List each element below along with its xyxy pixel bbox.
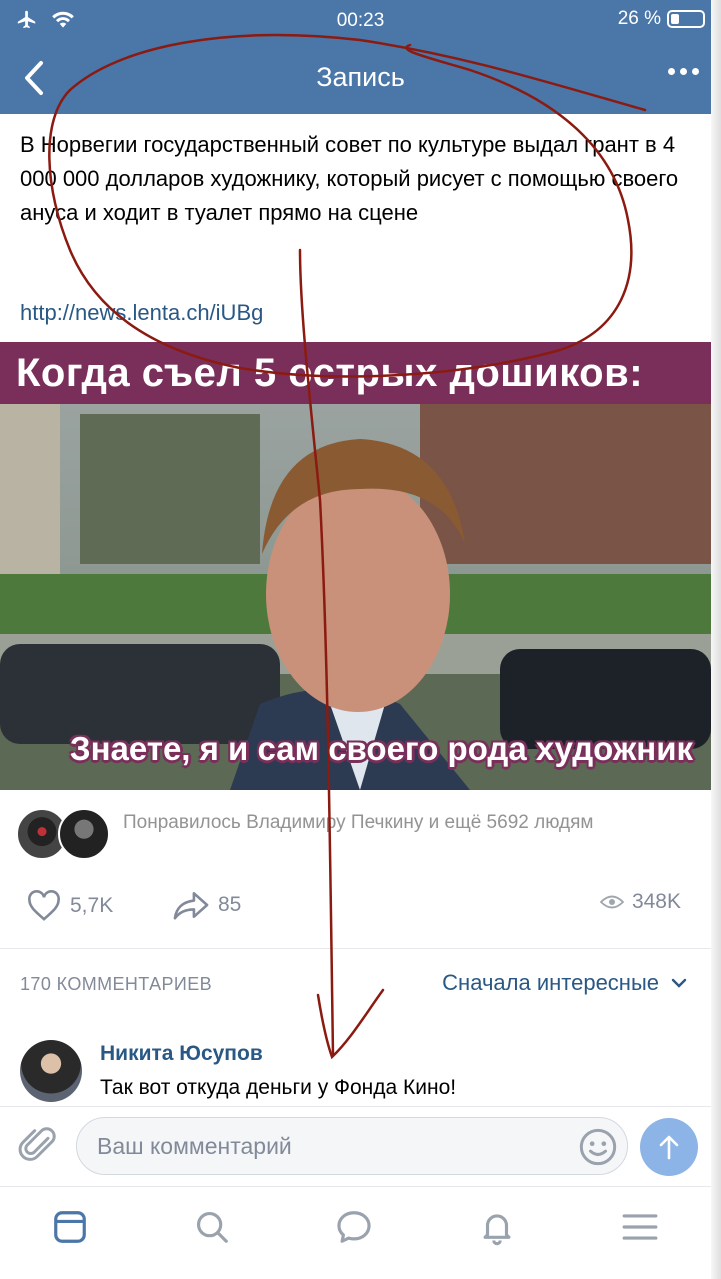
post-link[interactable]: http://news.lenta.ch/iUBg <box>20 300 263 326</box>
share-icon <box>173 891 209 920</box>
share-count: 85 <box>218 893 242 916</box>
liked-by-text: Понравилось Владимиру Печкину и ещё 5692… <box>123 812 594 833</box>
comment-input[interactable] <box>76 1117 628 1175</box>
comments-header: 170 КОММЕНТАРИЕВ Сначала интересные <box>0 964 721 1004</box>
comment-author[interactable]: Никита Юсупов <box>100 1042 263 1066</box>
status-right: 26 % <box>618 8 705 30</box>
comments-count: 170 КОММЕНТАРИЕВ <box>20 974 213 994</box>
status-time: 00:23 <box>336 10 385 31</box>
comment-text: Так вот откуда деньги у Фонда Кино! <box>100 1076 457 1099</box>
tab-news[interactable] <box>48 1205 92 1249</box>
page-title: Запись <box>316 62 405 92</box>
tab-bar <box>0 1186 721 1266</box>
meme-bottom-caption: Знаете, я и сам своего рода художник <box>69 730 693 767</box>
meme-top-caption: Когда съел 5 острых дошиков: <box>0 342 711 404</box>
comment-composer <box>0 1106 721 1186</box>
liked-by-row[interactable]: Понравилось Владимиру Печкину и ещё 5692… <box>16 808 706 868</box>
divider <box>0 948 721 949</box>
nav-bar: Запись <box>0 42 721 114</box>
sort-dropdown[interactable]: Сначала интересные <box>442 970 687 996</box>
views: 348K <box>599 890 681 914</box>
tab-notifications[interactable] <box>475 1205 519 1249</box>
battery-icon <box>667 10 705 28</box>
news-icon <box>54 1211 86 1243</box>
like-button[interactable]: 5,7K <box>26 890 113 922</box>
arrow-up-icon <box>659 1135 679 1160</box>
post-actions: 5,7K 85 348K <box>0 884 721 934</box>
view-count: 348K <box>631 890 681 913</box>
battery-percent: 26 % <box>617 8 661 29</box>
bell-icon <box>483 1214 511 1246</box>
hamburger-icon <box>622 1214 658 1240</box>
post: В Норвегии государственный совет по куль… <box>0 114 721 1204</box>
search-icon <box>196 1211 228 1243</box>
like-count: 5,7K <box>70 894 114 917</box>
emoji-icon[interactable] <box>578 1127 618 1167</box>
comment-item[interactable]: Никита Юсупов Так вот откуда деньги у Фо… <box>0 1034 721 1114</box>
tab-messages[interactable] <box>332 1205 376 1249</box>
avatar[interactable] <box>20 1040 82 1102</box>
post-text: В Норвегии государственный совет по куль… <box>20 132 679 225</box>
tab-search[interactable] <box>190 1205 234 1249</box>
chat-icon <box>337 1211 371 1243</box>
battery-fill <box>671 14 679 24</box>
status-bar: 00:23 26 % <box>0 0 721 42</box>
sort-label: Сначала интересные <box>442 970 659 995</box>
post-image[interactable]: Когда съел 5 острых дошиков: Знаете, я и… <box>0 342 711 790</box>
screen-edge <box>711 0 721 1279</box>
heart-icon <box>28 890 60 921</box>
send-button[interactable] <box>640 1118 698 1176</box>
paperclip-icon[interactable] <box>18 1123 58 1167</box>
eye-icon <box>599 895 624 909</box>
tab-menu[interactable] <box>618 1205 662 1249</box>
chevron-down-icon <box>671 978 687 988</box>
avatar <box>58 808 110 860</box>
share-button[interactable]: 85 <box>172 890 241 920</box>
more-button[interactable] <box>668 68 699 75</box>
